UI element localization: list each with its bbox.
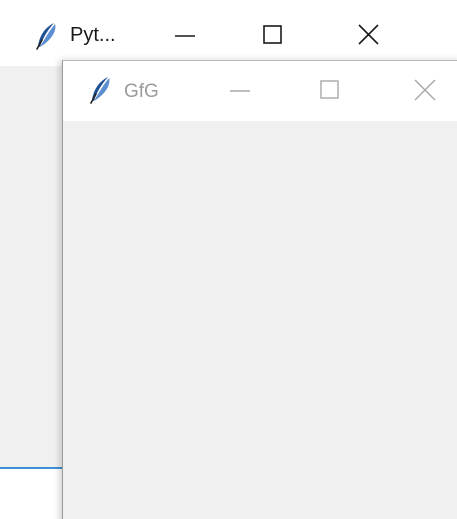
close-icon — [358, 24, 379, 45]
window-title: GfG — [124, 81, 159, 102]
close-button[interactable] — [405, 75, 445, 105]
minimize-button[interactable] — [220, 75, 260, 105]
gfg-window-content — [63, 121, 457, 519]
maximize-icon — [320, 80, 339, 99]
maximize-icon — [263, 25, 282, 44]
feather-icon — [34, 22, 58, 55]
close-icon — [414, 79, 436, 101]
feather-icon — [88, 76, 112, 109]
gfg-window[interactable]: GfG — [62, 60, 457, 519]
gfg-window-titlebar[interactable]: GfG — [63, 61, 457, 121]
close-button[interactable] — [349, 19, 389, 51]
minimize-icon — [175, 35, 195, 37]
accent-line — [0, 467, 70, 469]
maximize-button[interactable] — [309, 75, 349, 105]
window-title: Pyt... — [70, 24, 116, 46]
maximize-button[interactable] — [252, 19, 292, 51]
minimize-icon — [230, 90, 250, 92]
minimize-button[interactable] — [165, 19, 205, 51]
desktop: Pyt... GfG — [0, 0, 457, 519]
python-window-titlebar[interactable]: Pyt... — [0, 0, 414, 66]
